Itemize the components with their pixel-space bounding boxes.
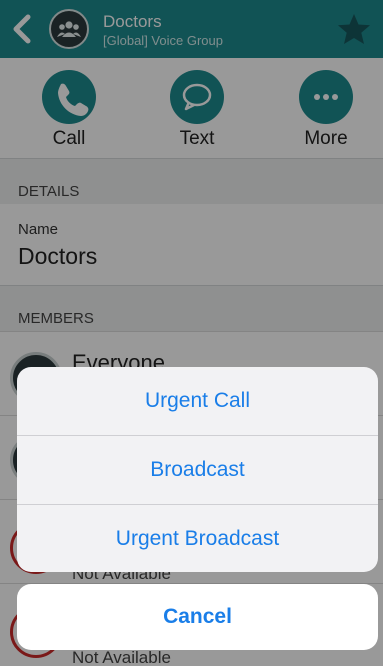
urgent-call-option[interactable]: Urgent Call [17, 367, 378, 435]
urgent-broadcast-option[interactable]: Urgent Broadcast [17, 505, 378, 572]
broadcast-option[interactable]: Broadcast [17, 436, 378, 504]
cancel-button[interactable]: Cancel [17, 584, 378, 650]
action-sheet: Urgent Call Broadcast Urgent Broadcast [17, 367, 378, 572]
